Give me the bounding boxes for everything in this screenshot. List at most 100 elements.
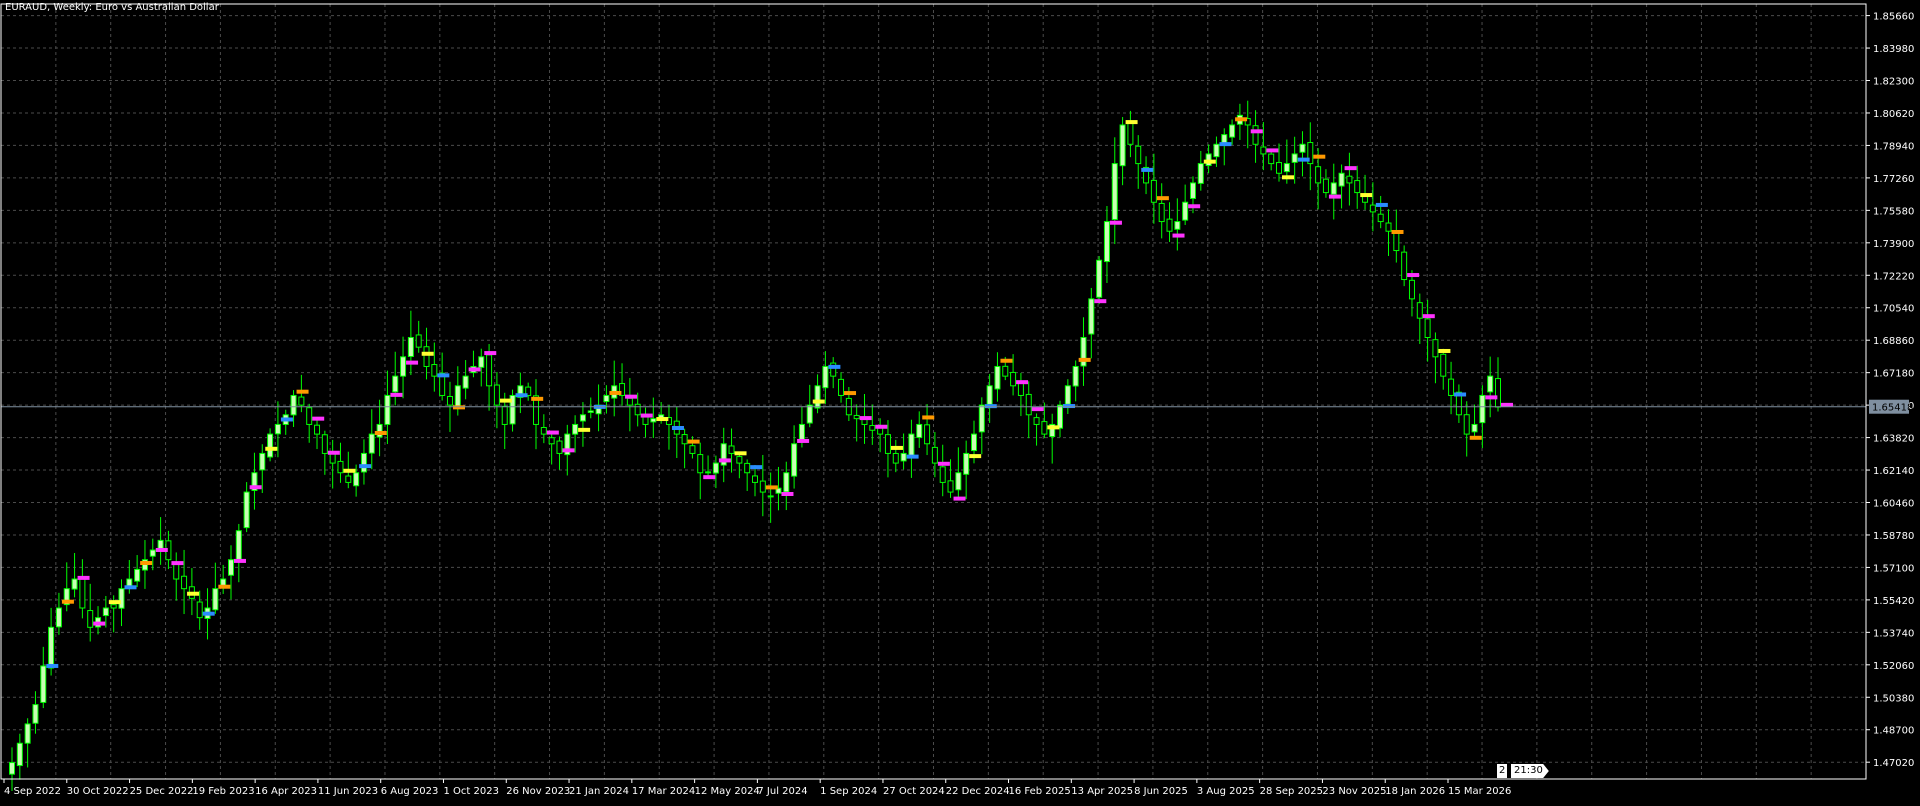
price-tick-label: 1.58780 xyxy=(1873,531,1914,542)
candle xyxy=(1416,293,1423,344)
candle-body-bull xyxy=(1096,259,1103,298)
candle-body-bear xyxy=(884,434,891,454)
candle xyxy=(149,538,156,571)
grid-lines xyxy=(1,4,1866,779)
candle xyxy=(978,397,985,455)
candle-body-bear xyxy=(1268,153,1275,165)
candle-body-bear xyxy=(1017,381,1024,396)
candle-body-bear xyxy=(298,396,305,406)
time-tick-label: 15 Mar 2026 xyxy=(1448,786,1511,797)
candle xyxy=(877,418,884,453)
candle xyxy=(1205,144,1212,174)
candle xyxy=(400,336,407,399)
candle-body-bear xyxy=(626,397,633,406)
candle-body-bull xyxy=(1057,404,1064,429)
candle xyxy=(306,403,313,443)
candle xyxy=(40,646,47,709)
candle-body-bear xyxy=(548,437,555,445)
candle-body-bull xyxy=(1197,163,1204,184)
time-tick-label: 12 May 2024 xyxy=(695,786,760,797)
indicator-marker xyxy=(296,389,309,394)
candle xyxy=(1150,153,1157,224)
indicator-marker xyxy=(1141,167,1154,172)
candle xyxy=(9,747,15,792)
candle-body-bear xyxy=(1033,417,1040,425)
price-tick-label: 1.48700 xyxy=(1873,726,1914,737)
indicator-marker xyxy=(1000,358,1013,363)
candle xyxy=(470,350,477,378)
indicator-marker xyxy=(1282,175,1295,180)
candle-body-bull xyxy=(955,472,962,491)
candle xyxy=(95,606,102,635)
candle xyxy=(994,352,1001,402)
candle xyxy=(963,440,970,500)
indicator-marker xyxy=(468,367,481,372)
candle-body-bear xyxy=(1041,421,1048,435)
candle xyxy=(1182,184,1189,225)
candle-body-bear xyxy=(1166,218,1173,232)
candle xyxy=(1346,152,1353,206)
candle-body-bear xyxy=(1495,378,1501,408)
chart-area[interactable]: 1.85660 1.83980 1.82300 1.80620 1.78940 1.772… xyxy=(0,0,1920,802)
indicator-marker xyxy=(703,475,716,480)
indicator-marker xyxy=(1360,193,1373,198)
candle xyxy=(853,404,860,442)
time-tick-label: 16 Feb 2025 xyxy=(1009,786,1071,797)
candle xyxy=(1158,183,1165,239)
candle xyxy=(955,447,962,499)
candle-body-bull xyxy=(1487,375,1494,393)
price-chart-canvas[interactable]: 1.85660 1.83980 1.82300 1.80620 1.78940 1.772… xyxy=(0,0,1920,802)
indicator-marker xyxy=(77,575,90,580)
candle xyxy=(830,357,837,389)
candle xyxy=(1432,332,1439,384)
candle xyxy=(282,409,289,435)
candle xyxy=(1322,169,1329,198)
candle xyxy=(1463,401,1470,457)
candle-body-bull xyxy=(978,404,985,433)
candle-body-bear xyxy=(1150,179,1157,203)
candle-body-bull xyxy=(392,375,399,393)
candle-body-bear xyxy=(1463,414,1470,435)
indicator-marker xyxy=(906,454,919,459)
candle xyxy=(79,559,86,619)
candle xyxy=(556,436,563,470)
candle-body-bear xyxy=(321,434,328,454)
candle-body-bull xyxy=(916,423,923,438)
candle-body-bull xyxy=(900,452,907,462)
candle-body-bull xyxy=(1182,201,1189,221)
candle xyxy=(1143,156,1150,195)
candle-body-bull xyxy=(32,704,39,724)
candle xyxy=(838,372,845,403)
indicator-marker xyxy=(61,599,74,604)
candle-body-bear xyxy=(1354,180,1361,194)
indicator-marker xyxy=(578,427,591,432)
indicator-marker xyxy=(312,416,325,421)
price-tick-label: 1.73900 xyxy=(1873,239,1914,250)
price-tick-label: 1.47020 xyxy=(1873,758,1914,769)
candle xyxy=(1440,348,1447,390)
indicator-marker xyxy=(1375,202,1388,207)
price-axis: 1.85660 1.83980 1.82300 1.80620 1.78940 1.772… xyxy=(1866,12,1914,769)
candle-body-bear xyxy=(87,610,94,628)
candle-body-bull xyxy=(579,414,586,422)
candle-body-bear xyxy=(853,414,860,420)
price-tick-label: 1.62140 xyxy=(1873,466,1914,477)
candle-body-bear xyxy=(697,454,704,474)
time-tick-label: 11 Jun 2023 xyxy=(318,786,378,797)
candle-body-bull xyxy=(1103,221,1110,263)
indicator-marker xyxy=(1109,220,1122,225)
candle xyxy=(212,562,219,614)
candle-body-bull xyxy=(290,394,297,416)
candle-body-bear xyxy=(79,578,86,609)
candle-body-bull xyxy=(798,423,805,441)
indicator-marker xyxy=(1391,229,1404,234)
candle xyxy=(533,379,540,450)
indicator-marker xyxy=(656,417,669,422)
candle-body-bull xyxy=(1338,172,1345,187)
candle xyxy=(1221,128,1228,166)
indicator-marker xyxy=(202,611,215,616)
candle xyxy=(1103,205,1110,284)
candle xyxy=(916,411,923,448)
price-tick-label: 1.60460 xyxy=(1873,499,1914,510)
candle-body-bear xyxy=(493,384,500,406)
